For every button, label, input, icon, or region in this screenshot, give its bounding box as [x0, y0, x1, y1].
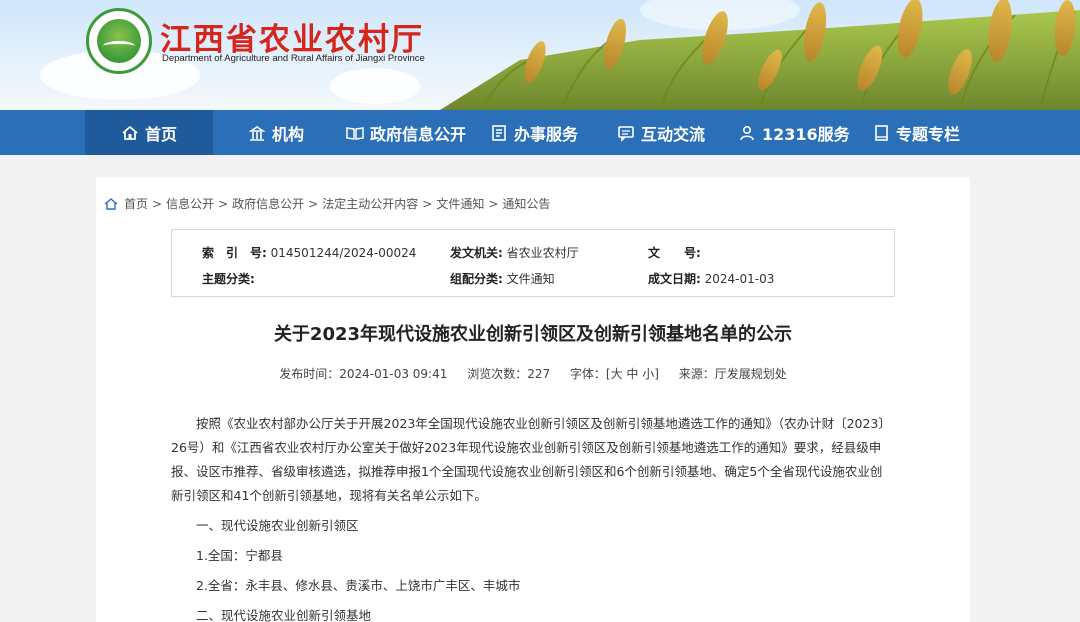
nav-label: 首页 — [144, 124, 177, 144]
breadcrumb-separator: > — [218, 196, 229, 211]
breadcrumb-separator: > — [422, 196, 433, 211]
article-card: 首页 > 信息公开 > 政府信息公开 > 法定主动公开内容 > 文件通知 > 通知公告 索… — [96, 177, 970, 622]
meta-group: 组配分类: 文件通知 — [450, 270, 555, 287]
paragraph: 按照《农业农村部办公厅关于开展2023年全国现代设施农业创新引领区及创新引领基地… — [171, 416, 891, 503]
meta-value: 文件通知 — [506, 272, 555, 286]
paragraph: 1.全国：宁都县 — [196, 548, 283, 563]
paragraph: 二、现代设施农业创新引领基地 — [196, 608, 372, 622]
nav-item-interaction[interactable]: 互动交流 — [617, 110, 705, 155]
meta-label: 成文日期: — [648, 272, 701, 286]
breadcrumb-announcements[interactable]: 通知公告 — [502, 195, 550, 212]
logo-emblem-icon — [97, 19, 141, 63]
breadcrumb-separator: > — [488, 196, 499, 211]
document-icon — [490, 124, 508, 142]
logo-wave-decoration — [103, 41, 135, 51]
site-logo[interactable] — [86, 8, 152, 74]
document-info: 发布时间：2024-01-03 09:41 浏览次数：227 字体：[大 中 小… — [96, 365, 970, 382]
meta-value: 014501244/2024-00024 — [270, 246, 417, 260]
breadcrumb: 首页 > 信息公开 > 政府信息公开 > 法定主动公开内容 > 文件通知 > 通知公告 — [104, 195, 550, 212]
site-subtitle: Department of Agriculture and Rural Affa… — [162, 53, 425, 64]
publish-time: 发布时间：2024-01-03 09:41 — [279, 367, 448, 381]
breadcrumb-separator: > — [152, 196, 163, 211]
paragraph: 2.全省：永丰县、修水县、贵溪市、上饶市广丰区、丰城市 — [196, 578, 521, 593]
header-banner: 江西省农业农村厅 Department of Agriculture and R… — [0, 0, 1080, 110]
nav-label: 12316服务 — [762, 124, 850, 144]
breadcrumb-notices[interactable]: 文件通知 — [436, 195, 484, 212]
view-count: 浏览次数：227 — [467, 367, 551, 381]
book-icon — [872, 124, 890, 142]
meta-label: 发文机关: — [450, 246, 503, 260]
meta-index: 索 引 号: 014501244/2024-00024 — [202, 244, 416, 261]
meta-date: 成文日期: 2024-01-03 — [648, 270, 774, 287]
cloud-decoration — [330, 68, 420, 104]
person-service-icon — [738, 124, 756, 142]
paragraph: 一、现代设施农业创新引领区 — [196, 518, 359, 533]
meta-label: 索 引 号: — [202, 246, 267, 260]
nav-item-topics[interactable]: 专题专栏 — [872, 110, 960, 155]
breadcrumb-home[interactable]: 首页 — [124, 195, 148, 212]
main-nav: 首页 机构 政府信息公开 办事服务 互动交流 12316服务 专题专栏 — [0, 110, 1080, 155]
meta-label: 组配分类: — [450, 272, 503, 286]
rice-field-image — [440, 0, 1080, 110]
breadcrumb-info-public[interactable]: 信息公开 — [166, 195, 214, 212]
breadcrumb-gov-info[interactable]: 政府信息公开 — [232, 195, 304, 212]
document-meta-box: 索 引 号: 014501244/2024-00024 发文机关: 省农业农村厅… — [171, 229, 895, 297]
meta-value: 省农业农村厅 — [506, 246, 579, 260]
meta-docno: 文 号: — [648, 244, 701, 261]
nav-item-12316[interactable]: 12316服务 — [738, 110, 850, 155]
breadcrumb-separator: > — [308, 196, 319, 211]
article-body: 按照《农业农村部办公厅关于开展2023年全国现代设施农业创新引领区及创新引领基地… — [171, 412, 893, 622]
page-title: 关于2023年现代设施农业创新引领区及创新引领基地名单的公示 — [273, 324, 793, 345]
nav-item-institution[interactable]: 机构 — [248, 110, 304, 155]
font-size-selector[interactable]: 字体：[大 中 小] — [570, 367, 659, 381]
nav-item-gov-info[interactable]: 政府信息公开 — [346, 110, 466, 155]
meta-label: 主题分类: — [202, 272, 255, 286]
meta-value: 2024-01-03 — [704, 272, 775, 286]
home-icon[interactable] — [104, 197, 118, 211]
nav-item-home[interactable]: 首页 — [85, 110, 213, 155]
meta-topic: 主题分类: — [202, 270, 255, 287]
home-icon — [121, 124, 139, 142]
institution-icon — [248, 124, 266, 142]
chat-icon — [617, 124, 635, 142]
meta-issuer: 发文机关: 省农业农村厅 — [450, 244, 579, 261]
source: 来源：厅发展规划处 — [678, 367, 787, 381]
nav-label: 互动交流 — [641, 124, 706, 144]
nav-label: 政府信息公开 — [370, 124, 467, 144]
nav-label: 机构 — [272, 124, 305, 144]
breadcrumb-statutory[interactable]: 法定主动公开内容 — [322, 195, 418, 212]
meta-label: 文 号: — [648, 246, 701, 260]
book-open-icon — [346, 124, 364, 142]
nav-label: 专题专栏 — [896, 124, 961, 144]
nav-label: 办事服务 — [514, 124, 579, 144]
nav-item-services[interactable]: 办事服务 — [490, 110, 578, 155]
